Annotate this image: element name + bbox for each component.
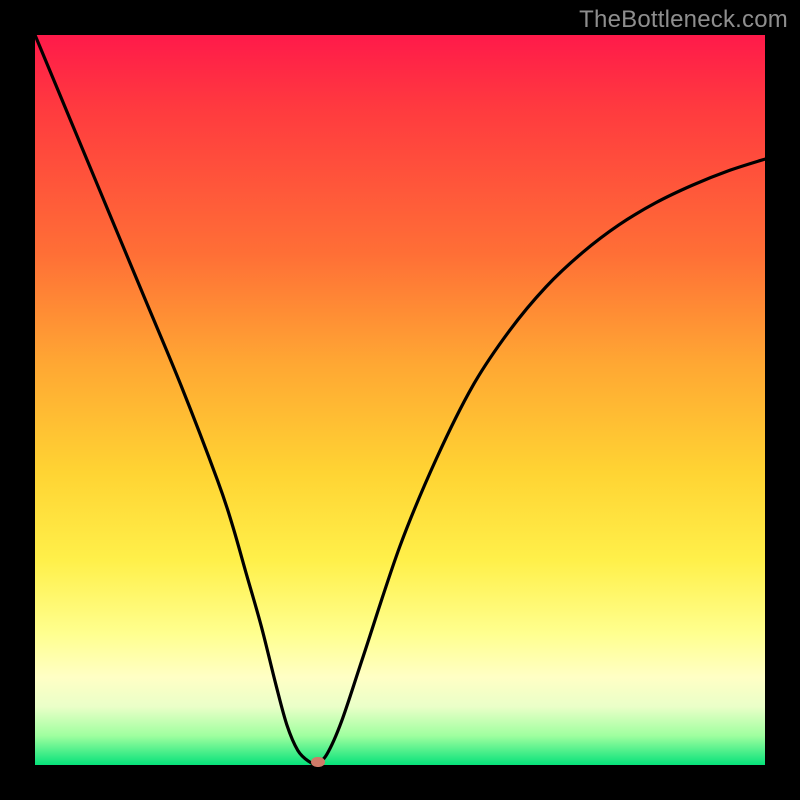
- minimum-marker: [311, 757, 325, 767]
- chart-frame: TheBottleneck.com: [0, 0, 800, 800]
- plot-area: [35, 35, 765, 765]
- bottleneck-curve: [35, 35, 765, 765]
- watermark-text: TheBottleneck.com: [579, 6, 788, 34]
